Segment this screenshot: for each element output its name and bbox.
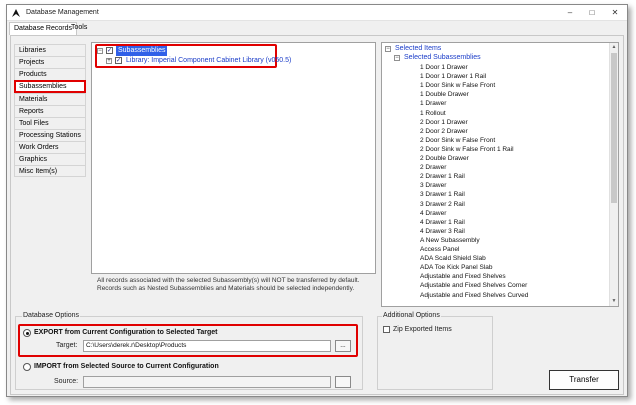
source-browse-button[interactable] — [335, 376, 351, 388]
nav-item-libraries[interactable]: Libraries — [14, 44, 86, 56]
library-checkbox[interactable]: ✓ — [115, 57, 122, 64]
target-path-input[interactable]: C:\Users\derek.r\Desktop\Products — [83, 340, 331, 352]
selected-subassemblies-label: Selected Subassemblies — [404, 54, 481, 61]
expand-icon[interactable]: + — [106, 58, 112, 64]
export-option-label[interactable]: EXPORT from Current Configuration to Sel… — [34, 329, 217, 336]
tree-child-label: Library: Imperial Component Cabinet Libr… — [126, 57, 292, 64]
tab-bar: Database Records Tools — [7, 22, 627, 35]
collapse-icon[interactable]: − — [385, 46, 391, 52]
collapse-icon[interactable]: − — [394, 55, 400, 61]
scroll-down-icon[interactable]: ▼ — [610, 297, 618, 306]
selected-item[interactable]: ADA Scald Shield Slab — [420, 254, 486, 263]
nav-item-work-orders[interactable]: Work Orders — [14, 141, 86, 153]
selected-item[interactable]: 4 Drawer — [420, 209, 446, 218]
selected-item[interactable]: 3 Drawer 1 Rail — [420, 190, 465, 199]
selected-item[interactable]: 4 Drawer 3 Rail — [420, 227, 465, 236]
nav-item-projects[interactable]: Projects — [14, 56, 86, 68]
tree-root-label: Subassemblies — [116, 46, 168, 56]
database-management-window: Database Management – □ ✕ Database Recor… — [6, 4, 628, 397]
collapse-icon[interactable]: − — [97, 48, 103, 54]
selected-item[interactable]: 2 Door 1 Drawer — [420, 118, 468, 127]
radio-selected-dot — [25, 331, 29, 335]
source-path-input[interactable] — [83, 376, 331, 388]
nav-item-reports[interactable]: Reports — [14, 105, 86, 117]
zip-checkbox[interactable] — [383, 326, 390, 333]
nav-item-products[interactable]: Products — [14, 68, 86, 80]
title-bar: Database Management – □ ✕ — [7, 5, 627, 21]
selected-item[interactable]: 3 Drawer 2 Rail — [420, 200, 465, 209]
scroll-up-icon[interactable]: ▲ — [610, 43, 618, 52]
target-browse-button[interactable]: ... — [335, 340, 351, 352]
selected-item[interactable]: ADA Toe Kick Panel Slab — [420, 263, 493, 272]
nav-item-processing-stations[interactable]: Processing Stations — [14, 129, 86, 141]
vertical-scrollbar[interactable]: ▲ ▼ — [609, 43, 618, 306]
selected-item[interactable]: 1 Door 1 Drawer — [420, 63, 468, 72]
selected-item[interactable]: 2 Drawer 1 Rail — [420, 172, 465, 181]
close-button[interactable]: ✕ — [604, 5, 626, 21]
nav-item-misc-items[interactable]: Misc Item(s) — [14, 165, 86, 177]
selected-item[interactable]: 1 Door Sink w False Front — [420, 81, 495, 90]
database-options-label: Database Options — [22, 312, 81, 319]
selected-item[interactable]: Adjustable and Fixed Shelves — [420, 272, 506, 281]
additional-options-label: Additional Options — [382, 312, 441, 319]
window-title: Database Management — [26, 9, 99, 16]
selected-item[interactable]: A New Subassembly — [420, 236, 480, 245]
selected-item[interactable]: 4 Drawer 1 Rail — [420, 218, 465, 227]
nav-item-materials[interactable]: Materials — [14, 93, 86, 105]
subassembly-tree[interactable]: − ✓ Subassemblies + ✓ Library: Imperial … — [91, 42, 376, 274]
transfer-button[interactable]: Transfer — [549, 370, 619, 390]
selected-item[interactable]: 2 Door Sink w False Front 1 Rail — [420, 145, 514, 154]
source-label: Source: — [54, 378, 79, 385]
nav-item-tool-files[interactable]: Tool Files — [14, 117, 86, 129]
minimize-button[interactable]: – — [559, 5, 581, 21]
scroll-thumb[interactable] — [611, 53, 617, 203]
tab-tools[interactable]: Tools — [67, 22, 91, 35]
import-option-label[interactable]: IMPORT from Selected Source to Current C… — [34, 363, 219, 370]
selected-item[interactable]: 1 Double Drawer — [420, 90, 469, 99]
import-radio[interactable] — [23, 363, 31, 371]
selected-item[interactable]: 2 Double Drawer — [420, 154, 469, 163]
selected-item[interactable]: 1 Drawer — [420, 99, 446, 108]
selected-item[interactable]: Adjustable and Fixed Shelves Corner — [420, 281, 527, 290]
zip-option-label[interactable]: Zip Exported Items — [393, 326, 452, 333]
selected-item[interactable]: 2 Door 2 Drawer — [420, 127, 468, 136]
nav-item-graphics[interactable]: Graphics — [14, 153, 86, 165]
root-checkbox[interactable]: ✓ — [106, 47, 113, 54]
maximize-button[interactable]: □ — [581, 5, 603, 21]
export-radio[interactable] — [23, 329, 31, 337]
target-label: Target: — [56, 342, 78, 349]
selected-item[interactable]: 1 Rollout — [420, 109, 446, 118]
selected-item[interactable]: 2 Door Sink w False Front — [420, 136, 495, 145]
nav-item-subassemblies[interactable]: Subassemblies — [14, 80, 86, 93]
selected-item[interactable]: 2 Drawer — [420, 163, 446, 172]
app-logo-icon — [12, 9, 20, 17]
transfer-note: All records associated with the selected… — [97, 277, 360, 292]
selected-item[interactable]: 3 Drawer — [420, 181, 446, 190]
selected-item[interactable]: 1 Door 1 Drawer 1 Rail — [420, 72, 486, 81]
tab-content: Libraries Projects Products Subassemblie… — [10, 35, 624, 395]
selected-items-panel[interactable]: − Selected Items − Selected Subassemblie… — [381, 42, 619, 307]
selected-item[interactable]: Access Panel — [420, 245, 459, 254]
selected-item[interactable]: Adjustable and Fixed Shelves Curved — [420, 291, 528, 300]
